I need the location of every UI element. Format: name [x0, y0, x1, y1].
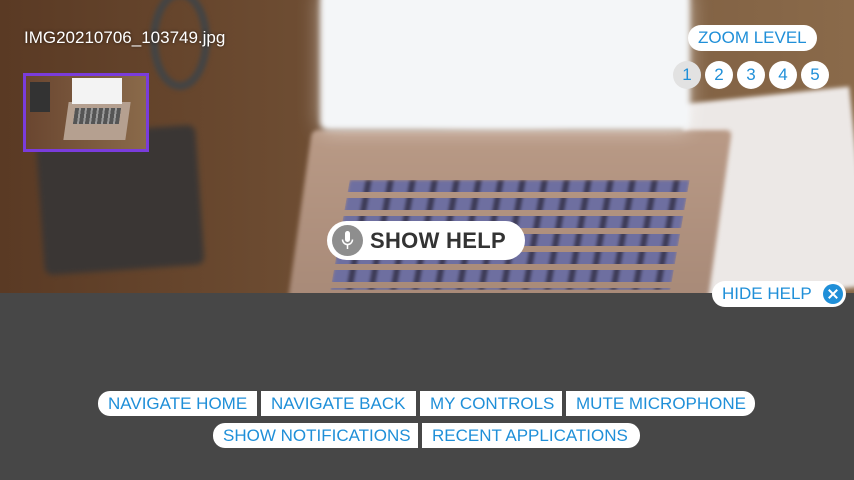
zoom-level-label[interactable]: ZOOM LEVEL — [688, 25, 817, 51]
zoom-level-3[interactable]: 3 — [737, 61, 765, 89]
recent-applications-button[interactable]: RECENT APPLICATIONS — [422, 423, 640, 448]
close-icon — [822, 284, 843, 304]
microphone-icon — [332, 225, 363, 256]
navigate-home-button[interactable]: NAVIGATE HOME — [98, 391, 257, 416]
hide-help-label: HIDE HELP — [722, 284, 812, 303]
zoom-level-4[interactable]: 4 — [769, 61, 797, 89]
zoom-level-5[interactable]: 5 — [801, 61, 829, 89]
zoom-level-1[interactable]: 1 — [673, 61, 701, 89]
hide-help-button[interactable]: HIDE HELP — [712, 281, 846, 307]
photo-region — [320, 0, 690, 130]
my-controls-button[interactable]: MY CONTROLS — [420, 391, 562, 416]
zoom-level-2[interactable]: 2 — [705, 61, 733, 89]
thumbnail-detail — [30, 82, 50, 112]
mute-microphone-button[interactable]: MUTE MICROPHONE — [566, 391, 755, 416]
thumbnail-detail — [72, 78, 122, 104]
image-filename: IMG20210706_103749.jpg — [24, 28, 226, 47]
show-notifications-button[interactable]: SHOW NOTIFICATIONS — [213, 423, 418, 448]
show-help-button[interactable]: SHOW HELP — [327, 221, 525, 260]
image-viewer: IMG20210706_103749.jpg ZOOM LEVEL 1 2 3 … — [0, 0, 854, 293]
navigate-back-button[interactable]: NAVIGATE BACK — [261, 391, 416, 416]
show-help-label: SHOW HELP — [370, 228, 506, 253]
thumbnail-detail — [72, 108, 122, 124]
image-thumbnail[interactable] — [23, 73, 149, 152]
